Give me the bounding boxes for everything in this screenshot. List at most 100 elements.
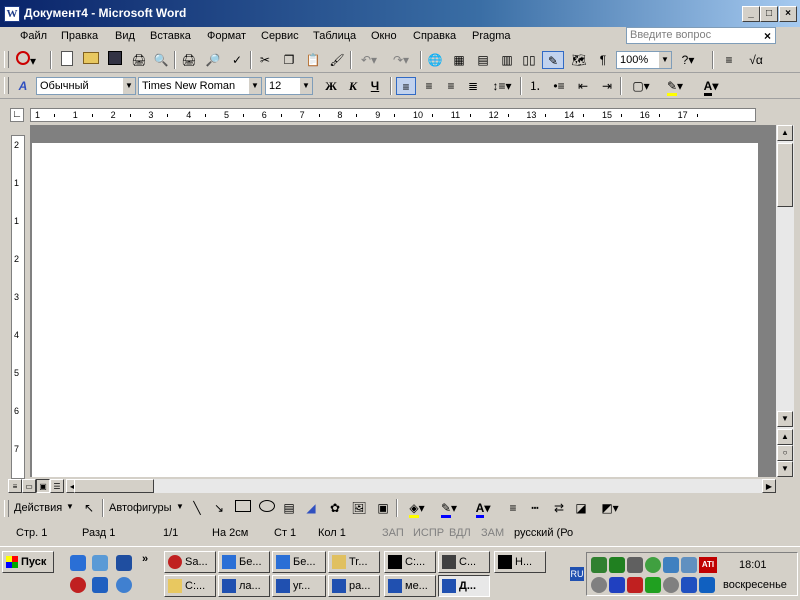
network-icon[interactable] [663, 557, 679, 573]
outline-view-icon[interactable]: ☰ [50, 479, 64, 493]
align-left-icon[interactable]: ≡ [396, 77, 416, 95]
ask-question-input[interactable]: Введите вопрос [626, 27, 776, 44]
search-file-icon[interactable]: 🔍 [152, 51, 170, 69]
antivirus-icon[interactable] [627, 577, 643, 593]
menu-table[interactable]: Таблица [313, 30, 356, 42]
fill-color-icon[interactable]: ◈▾ [402, 499, 432, 518]
more-icon[interactable]: » [142, 553, 148, 565]
format-painter-icon[interactable]: 🖌 [328, 51, 346, 69]
status-rec[interactable]: ЗАП [382, 527, 404, 539]
line-style-icon[interactable]: ≡ [504, 499, 522, 517]
hscroll-thumb[interactable] [74, 479, 154, 493]
columns-icon[interactable]: ▯▯ [520, 51, 538, 69]
tray-icon[interactable] [591, 577, 607, 593]
increase-indent-icon[interactable]: ⇥ [598, 77, 616, 95]
wordart-icon[interactable]: ◢ [302, 499, 320, 517]
styles-formatting-icon[interactable]: A [14, 77, 32, 95]
arrow-style-icon[interactable]: ⇄ [550, 499, 568, 517]
underline-button[interactable]: Ч [366, 77, 384, 95]
print-icon[interactable]: 🖨 [180, 51, 198, 69]
globe-icon[interactable] [645, 557, 661, 573]
autoshapes-menu[interactable]: Автофигуры [109, 502, 172, 514]
toolbar-grip[interactable] [4, 77, 9, 94]
zoom-combo[interactable]: 100% ▼ [616, 51, 672, 69]
chevron-down-icon[interactable]: ▼ [249, 78, 261, 94]
tab-selector[interactable]: ∟ [10, 108, 24, 122]
drawing-icon[interactable]: ✎ [542, 51, 564, 69]
status-language[interactable]: русский (Ро [514, 527, 573, 539]
chevron-down-icon[interactable]: ▼ [659, 52, 671, 68]
font-combo[interactable]: Times New Roman ▼ [138, 77, 262, 95]
task-button[interactable]: ла... [218, 575, 270, 597]
task-button-active[interactable]: Д... [438, 575, 490, 597]
vertical-ruler[interactable]: 2 1 1 2 3 4 5 6 7 [11, 135, 25, 479]
decrease-indent-icon[interactable]: ⇤ [574, 77, 592, 95]
style-combo[interactable]: Обычный ▼ [36, 77, 136, 95]
redo-icon[interactable]: ↷▾ [388, 51, 414, 69]
media-icon[interactable] [699, 577, 715, 593]
text-box-icon[interactable]: ▤ [280, 499, 298, 517]
insert-table-icon[interactable]: ▤ [474, 51, 492, 69]
icq-icon[interactable] [645, 577, 661, 593]
picture-icon[interactable]: ▣ [374, 499, 392, 517]
close-document-button[interactable]: × [764, 29, 771, 43]
task-button[interactable]: ме... [384, 575, 436, 597]
line-color-icon[interactable]: ✎▾ [434, 499, 464, 518]
menu-edit[interactable]: Правка [61, 30, 98, 42]
menu-pragma[interactable]: Pragma [472, 30, 511, 42]
font-color-icon[interactable]: A▾ [696, 77, 726, 96]
bluetooth-icon[interactable] [609, 577, 625, 593]
rectangle-icon[interactable] [234, 499, 252, 517]
help-icon[interactable]: ?▾ [676, 51, 700, 69]
draw-actions-menu[interactable]: Действия [14, 502, 62, 514]
borders-icon[interactable]: ▢▾ [626, 77, 656, 95]
open-folder-icon[interactable] [82, 51, 100, 69]
vertical-scrollbar[interactable]: ▲ ▼ ▲ ○ ▼ [776, 125, 794, 477]
copy-icon[interactable]: ❐ [280, 51, 298, 69]
highlight-icon[interactable]: ✎▾ [660, 77, 690, 96]
oval-icon[interactable] [258, 499, 276, 517]
close-button[interactable]: × [779, 6, 797, 22]
line-icon[interactable]: ╲ [188, 499, 206, 517]
task-button[interactable]: Бе... [218, 551, 270, 573]
scroll-thumb[interactable] [777, 143, 793, 207]
normal-view-icon[interactable]: ≡ [8, 479, 22, 493]
clipart-icon[interactable]: 🖼 [350, 499, 368, 517]
menu-tools[interactable]: Сервис [261, 30, 299, 42]
chevron-down-icon[interactable]: ▼ [66, 502, 74, 511]
next-page-icon[interactable]: ▼ [777, 461, 793, 477]
numbering-icon[interactable]: ⒈ [526, 77, 544, 95]
maximize-button[interactable]: □ [760, 6, 778, 22]
browse-object-icon[interactable]: ○ [777, 445, 793, 461]
network-icon[interactable] [92, 577, 108, 593]
tray-icon[interactable] [681, 577, 697, 593]
word-app-icon[interactable]: W [4, 6, 20, 22]
task-button[interactable]: Tr... [328, 551, 380, 573]
shadow-style-icon[interactable]: ◪ [572, 499, 590, 517]
document-page[interactable] [32, 143, 758, 477]
task-button[interactable]: C:... [384, 551, 436, 573]
chevron-down-icon[interactable]: ▼ [300, 78, 312, 94]
permission-icon[interactable]: 🖨 [130, 51, 148, 69]
desktop-icon[interactable] [116, 555, 132, 571]
task-button[interactable]: ра... [328, 575, 380, 597]
justify-icon[interactable]: ≣ [464, 77, 482, 95]
dash-style-icon[interactable]: ┅ [526, 499, 544, 517]
diagram-icon[interactable]: ✿ [326, 499, 344, 517]
scroll-right-icon[interactable]: ▶ [762, 479, 776, 493]
web-view-icon[interactable]: ▭ [22, 479, 36, 493]
horizontal-scrollbar[interactable] [74, 479, 776, 493]
printer-icon[interactable] [627, 557, 643, 573]
save-icon[interactable] [106, 51, 124, 69]
menu-file[interactable]: Файл [20, 30, 47, 42]
equation-icon[interactable]: √α [744, 51, 768, 69]
horizontal-ruler[interactable]: 1 1 2 3 4 5 6 7 8 9 10 11 12 13 14 15 16 17 [30, 108, 756, 122]
task-button[interactable]: H... [494, 551, 546, 573]
monitor-icon[interactable] [681, 557, 697, 573]
bold-button[interactable]: Ж [322, 77, 340, 95]
status-ext[interactable]: ВДЛ [449, 527, 471, 539]
hyperlink-icon[interactable]: 🌐 [426, 51, 444, 69]
3d-style-icon[interactable]: ◩▾ [596, 499, 624, 517]
align-center-icon[interactable]: ≡ [420, 77, 438, 95]
line-spacing-icon[interactable]: ↕≡▾ [488, 77, 516, 95]
